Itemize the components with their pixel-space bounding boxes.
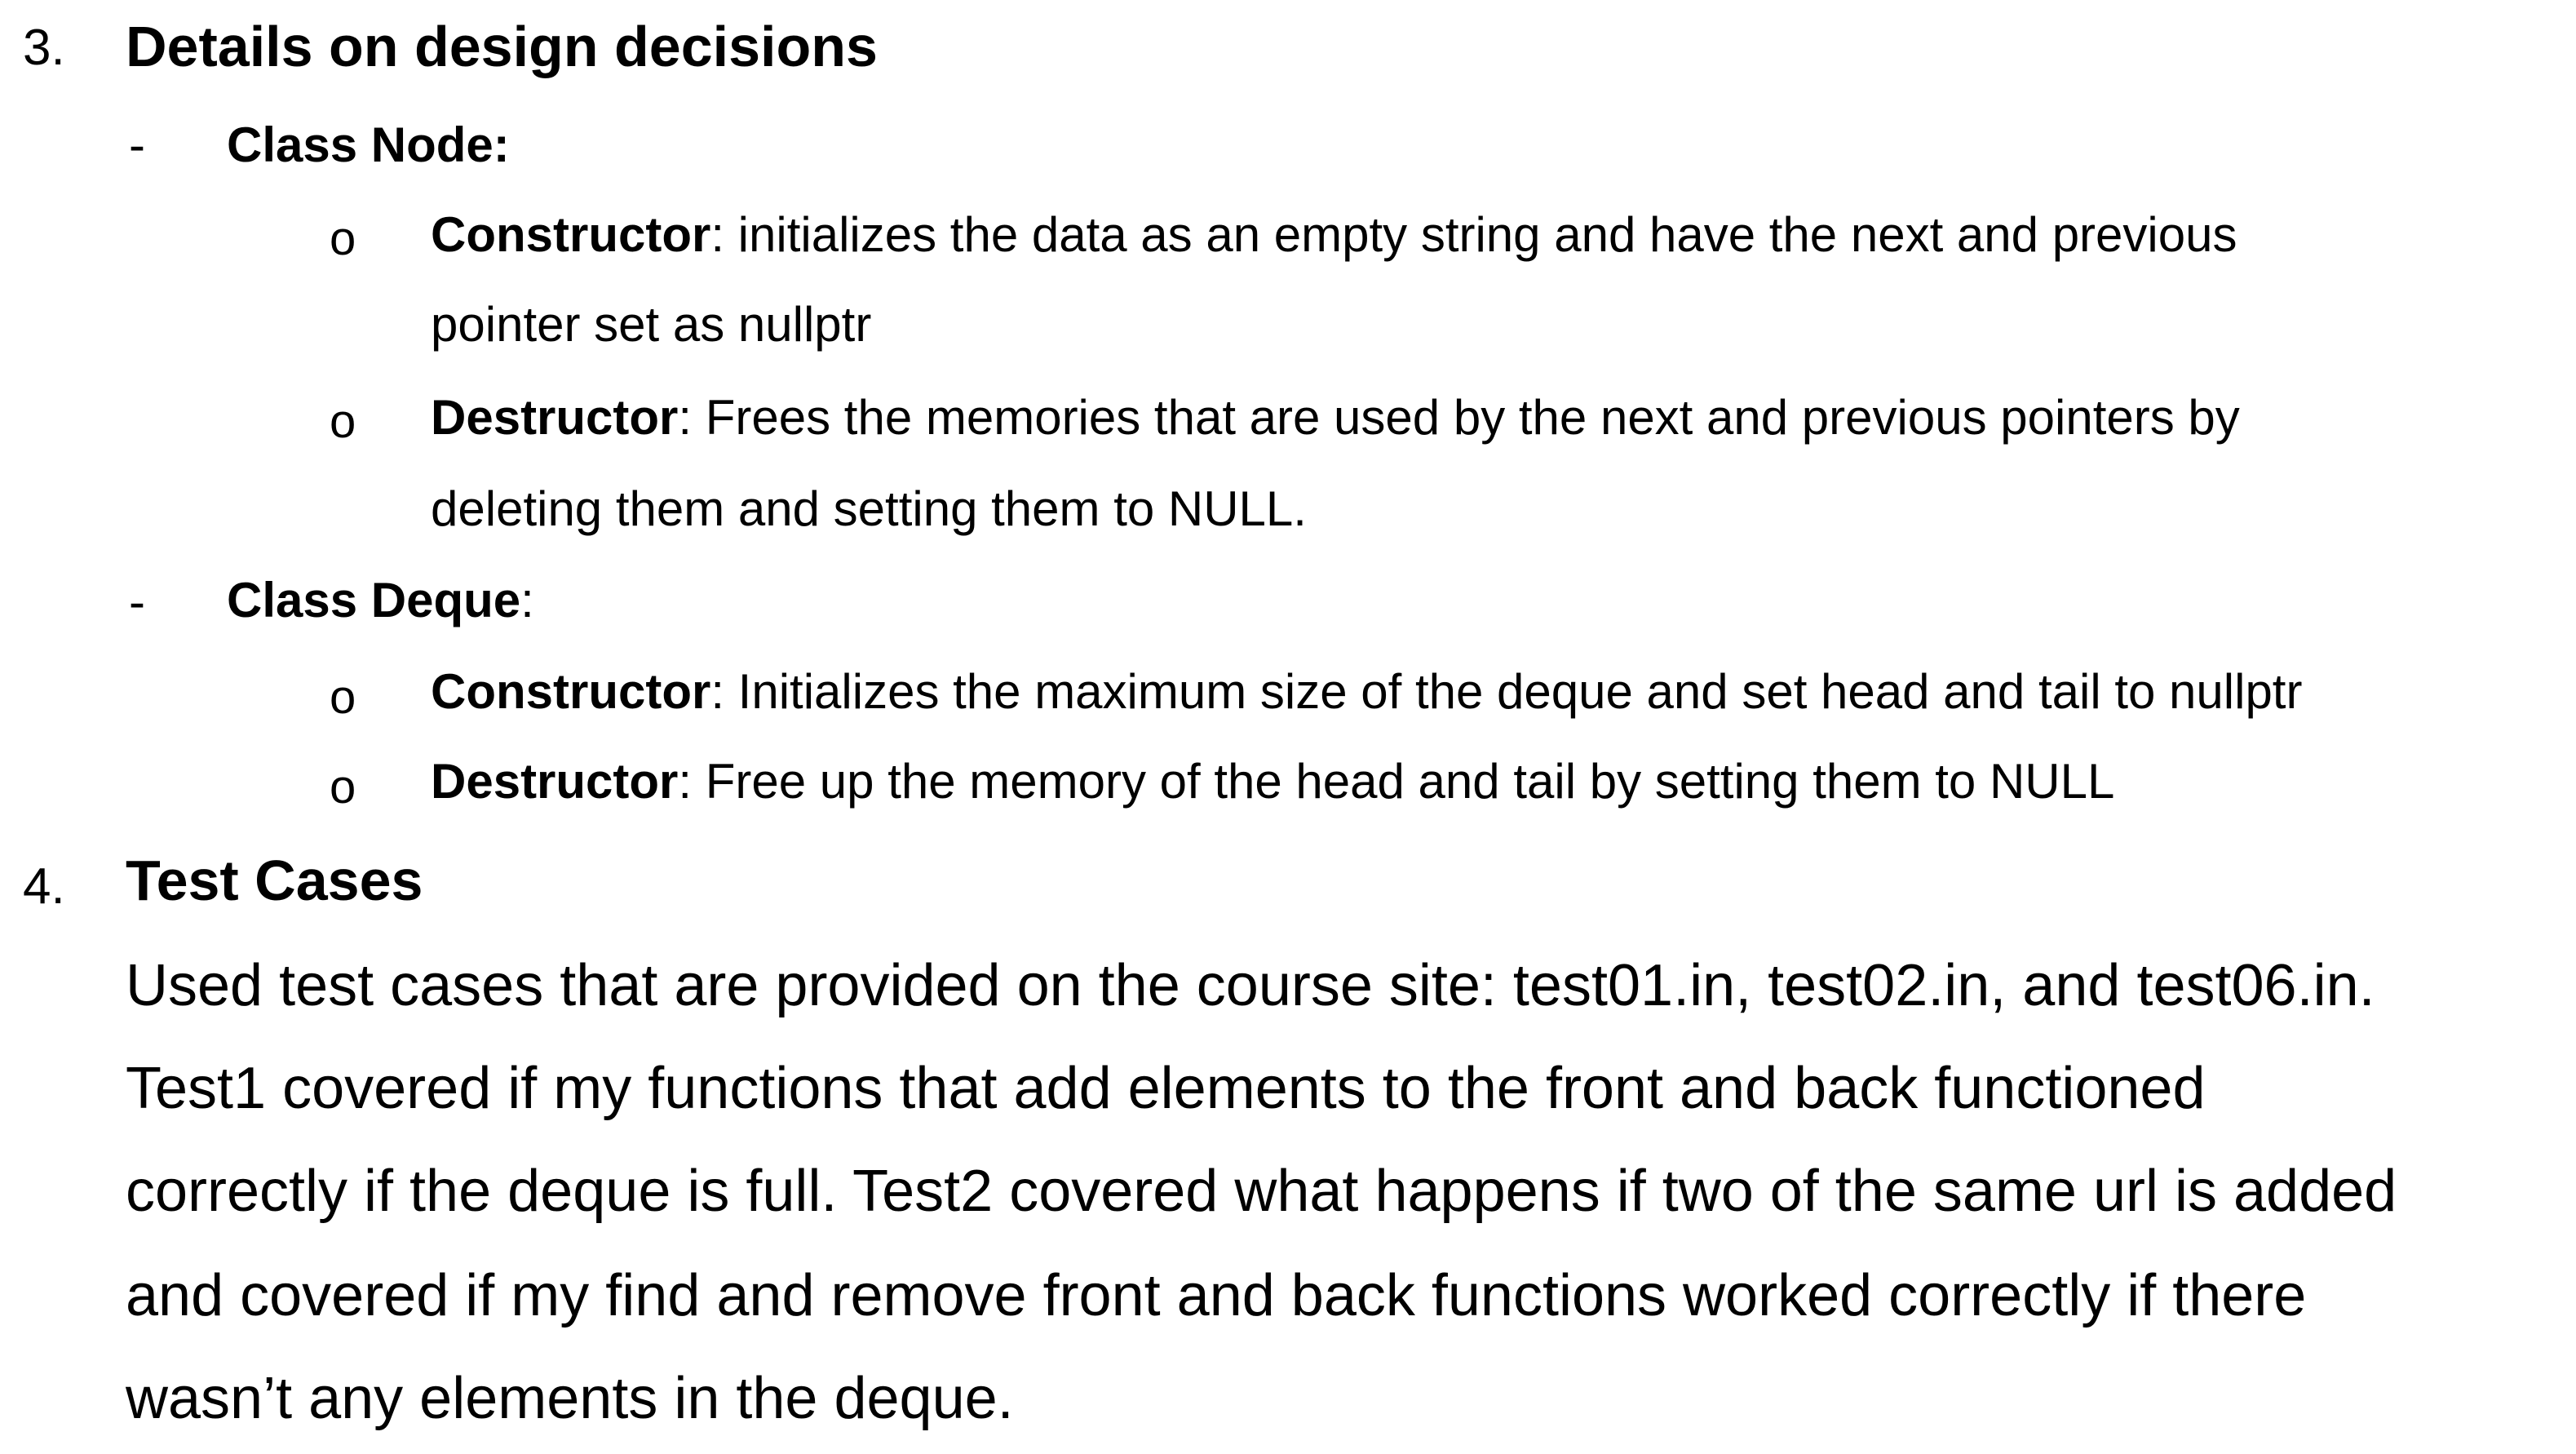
test-cases-paragraph-line-3: correctly if the deque is full. Test2 co… bbox=[126, 1159, 2397, 1224]
node-destructor-bullet: o bbox=[330, 395, 356, 448]
node-destructor-line-1: Destructor: Frees the memories that are … bbox=[431, 390, 2240, 445]
node-constructor-bullet: o bbox=[330, 212, 356, 265]
test-cases-paragraph-line-1: Used test cases that are provided on the… bbox=[126, 953, 2375, 1018]
class-deque-dash: - bbox=[129, 574, 145, 629]
node-constructor-line-2: pointer set as nullptr bbox=[431, 297, 872, 352]
deque-constructor-bullet: o bbox=[330, 671, 356, 724]
test-cases-paragraph-line-4: and covered if my find and remove front … bbox=[126, 1263, 2307, 1328]
deque-destructor-bullet: o bbox=[330, 760, 356, 813]
document-page: 3. Details on design decisions - Class N… bbox=[0, 0, 2576, 1454]
section-3-number: 3. bbox=[23, 20, 65, 76]
node-constructor-line-1: Constructor: initializes the data as an … bbox=[431, 207, 2237, 262]
section-4-number: 4. bbox=[23, 858, 65, 915]
deque-destructor-line-1: Destructor: Free up the memory of the he… bbox=[431, 754, 2115, 809]
section-3-title: Details on design decisions bbox=[126, 15, 878, 78]
test-cases-paragraph-line-5: wasn’t any elements in the deque. bbox=[126, 1366, 1014, 1431]
class-node-label: Class Node: bbox=[227, 117, 510, 172]
class-node-dash: - bbox=[129, 117, 145, 172]
class-deque-label: Class Deque: bbox=[227, 573, 534, 627]
section-4-title: Test Cases bbox=[126, 849, 423, 912]
deque-constructor-line-1: Constructor: Initializes the maximum siz… bbox=[431, 664, 2303, 719]
test-cases-paragraph-line-2: Test1 covered if my functions that add e… bbox=[126, 1056, 2206, 1121]
node-destructor-line-2: deleting them and setting them to NULL. bbox=[431, 481, 1307, 536]
